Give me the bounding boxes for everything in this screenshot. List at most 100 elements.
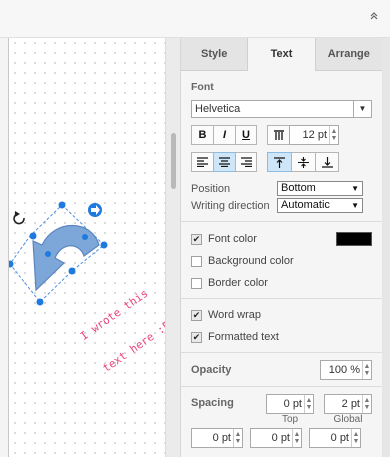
word-wrap-row: ✔ Word wrap	[191, 304, 372, 326]
font-size-stepper[interactable]: 12 pt ▲ ▼	[289, 125, 339, 145]
spacing-lower-row: 0 pt ▲ ▼ 0 pt ▲ ▼ 0 pt ▲ ▼	[191, 428, 372, 448]
resize-handle	[36, 298, 44, 306]
tab-text[interactable]: Text	[248, 38, 316, 71]
background-color-checkbox[interactable]	[191, 255, 202, 267]
align-bottom-icon[interactable]	[315, 152, 339, 172]
underline-button[interactable]: U	[235, 125, 257, 145]
resize-handle	[45, 251, 51, 257]
border-color-row: Border color	[191, 272, 372, 294]
resize-handle	[58, 201, 66, 209]
formatted-text-label: Formatted text	[208, 331, 279, 343]
spacing-right-value: 0 pt	[330, 432, 349, 444]
position-label: Position	[191, 182, 231, 195]
spacing-global-stepper[interactable]: 2 pt ▲ ▼	[324, 394, 372, 414]
collapse-arrows-glyph	[370, 12, 378, 20]
chevron-down-icon: ▼	[351, 201, 359, 210]
font-family-value: Helvetica	[195, 103, 241, 115]
panel-scrollbar[interactable]	[382, 38, 390, 457]
align-middle-icon[interactable]	[291, 152, 315, 172]
horizontal-align-group	[191, 152, 257, 172]
tab-arrange[interactable]: Arrange	[315, 38, 382, 71]
spacing-bottom-value: 0 pt	[271, 432, 290, 444]
font-color-row: ✔ Font color	[191, 228, 372, 250]
position-row: Position Bottom ▼	[191, 181, 372, 196]
format-tabs: Style Text Arrange	[181, 38, 382, 71]
align-top-glyph	[274, 156, 285, 168]
vertical-align-group	[267, 152, 339, 172]
spacing-right-stepper[interactable]: 0 pt ▲ ▼	[309, 428, 361, 448]
resize-handle	[68, 267, 76, 275]
double-chevron-up-icon[interactable]	[366, 10, 382, 26]
align-bottom-glyph	[321, 156, 333, 168]
resize-handle	[29, 232, 37, 240]
opacity-label: Opacity	[191, 364, 232, 376]
font-color-checkbox[interactable]: ✔	[191, 233, 202, 245]
color-section: ✔ Font color Background color Border col…	[181, 222, 382, 299]
formatted-text-row: ✔ Formatted text	[191, 326, 372, 348]
background-color-row: Background color	[191, 250, 372, 272]
panel-splitter[interactable]	[166, 38, 180, 457]
font-size-value: 12 pt	[302, 129, 327, 141]
bold-button[interactable]: B	[191, 125, 213, 145]
align-center-icon[interactable]	[213, 152, 235, 172]
align-top-icon[interactable]	[267, 152, 291, 172]
text-direction-vertical-icon[interactable]	[267, 125, 289, 145]
spacing-global-value: 2 pt	[341, 398, 360, 410]
canvas-left-ruler	[0, 38, 9, 457]
spacing-top-stepper[interactable]: 0 pt ▲ ▼	[266, 394, 314, 414]
stepper-arrows-icon[interactable]: ▲ ▼	[233, 429, 242, 447]
resize-handle	[100, 241, 108, 249]
font-color-label: Font color	[208, 233, 257, 245]
writing-direction-select[interactable]: Automatic ▼	[277, 198, 363, 213]
align-middle-glyph	[298, 156, 309, 168]
align-right-glyph	[240, 157, 252, 167]
align-center-glyph	[219, 157, 230, 167]
spacing-global-label: Global	[333, 414, 363, 425]
align-right-icon[interactable]	[235, 152, 257, 172]
font-section-title: Font	[191, 81, 214, 93]
spacing-left-value: 0 pt	[212, 432, 231, 444]
writing-direction-row: Writing direction Automatic ▼	[191, 198, 372, 213]
align-left-icon[interactable]	[191, 152, 213, 172]
position-select[interactable]: Bottom ▼	[277, 181, 363, 196]
position-value: Bottom	[281, 182, 316, 194]
word-wrap-checkbox[interactable]: ✔	[191, 309, 202, 321]
align-left-glyph	[197, 157, 208, 167]
spacing-top-label: Top	[281, 414, 299, 425]
writing-direction-label: Writing direction	[191, 199, 270, 212]
border-color-label: Border color	[208, 277, 268, 289]
spacing-bottom-stepper[interactable]: 0 pt ▲ ▼	[250, 428, 302, 448]
word-wrap-label: Word wrap	[208, 309, 261, 321]
font-family-select[interactable]: Helvetica ▼	[191, 100, 372, 118]
spacing-top-global: 0 pt ▲ ▼ Top 2 pt ▲ ▼ Global	[266, 394, 372, 425]
font-color-swatch[interactable]	[336, 232, 372, 246]
top-toolbar	[0, 0, 390, 38]
stepper-arrows-icon[interactable]: ▲ ▼	[362, 395, 371, 413]
spacing-row: Spacing 0 pt ▲ ▼ Top 2 pt ▲ ▼ Global	[191, 394, 372, 425]
opacity-value: 100 %	[328, 364, 360, 376]
drawing-canvas[interactable]: I wrote this text here :P	[0, 38, 166, 457]
canvas-scrollbar-thumb[interactable]	[171, 133, 176, 189]
italic-button[interactable]: I	[213, 125, 235, 145]
stepper-arrows-icon[interactable]: ▲ ▼	[329, 126, 338, 144]
selected-shape-layer	[6, 201, 108, 306]
font-style-group: B I U	[191, 125, 257, 145]
stepper-arrows-icon[interactable]: ▲ ▼	[304, 395, 313, 413]
canvas-text-line: I wrote this	[77, 286, 151, 343]
spacing-global-group: 2 pt ▲ ▼ Global	[324, 394, 372, 425]
border-color-checkbox[interactable]	[191, 277, 202, 289]
format-panel: Style Text Arrange Font Helvetica ▼ B I …	[180, 38, 382, 457]
opacity-stepper[interactable]: 100 % ▲ ▼	[320, 360, 372, 380]
stepper-arrows-icon[interactable]: ▲ ▼	[362, 361, 371, 379]
stepper-arrows-icon[interactable]: ▲ ▼	[292, 429, 301, 447]
opacity-section: Opacity 100 % ▲ ▼	[181, 353, 382, 387]
alignment-row	[191, 152, 372, 172]
font-section: Font Helvetica ▼ B I U 12 pt ▲ ▼ Positio…	[181, 71, 382, 222]
tab-style[interactable]: Style	[181, 38, 249, 71]
spacing-left-stepper[interactable]: 0 pt ▲ ▼	[191, 428, 243, 448]
formatted-text-checkbox[interactable]: ✔	[191, 331, 202, 343]
spacing-section: Spacing 0 pt ▲ ▼ Top 2 pt ▲ ▼ Global 0 p…	[181, 387, 382, 454]
chevron-down-icon: ▼	[353, 101, 371, 117]
stepper-arrows-icon[interactable]: ▲ ▼	[351, 429, 360, 447]
vertical-text-glyph	[273, 130, 284, 140]
